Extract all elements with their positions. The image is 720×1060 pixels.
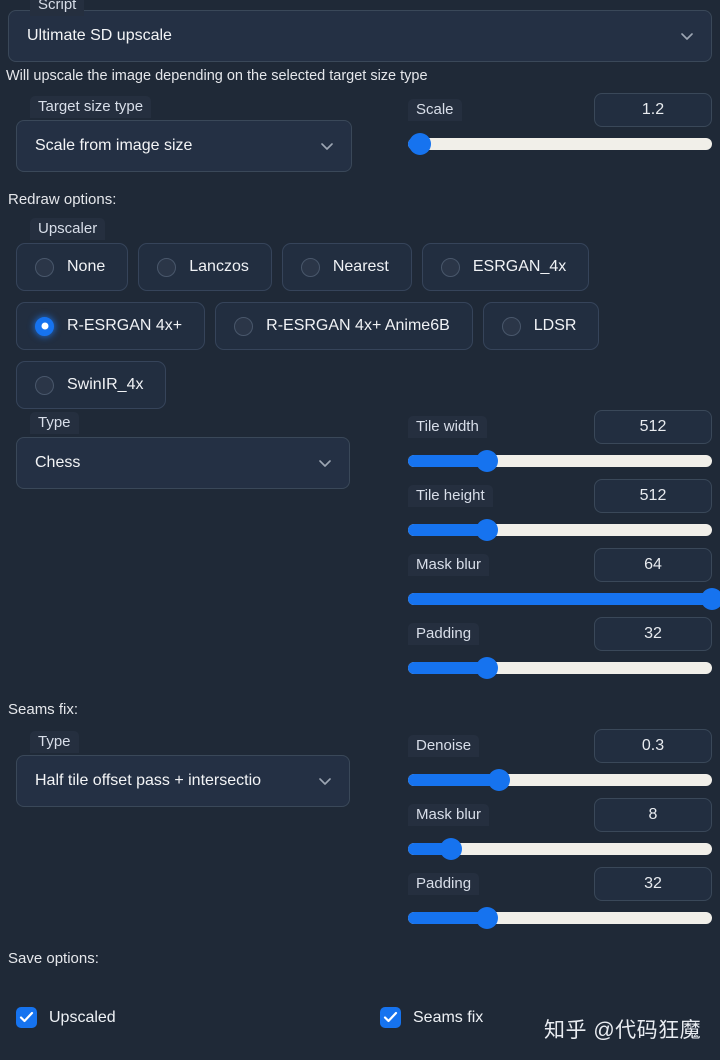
denoise-value-input[interactable]: 0.3 xyxy=(594,729,712,763)
redraw-mask-blur-slider-thumb[interactable] xyxy=(701,588,720,610)
tile-width-slider[interactable] xyxy=(408,450,712,472)
redraw-mask-blur-slider-row: Mask blur 64 xyxy=(408,548,720,610)
radio-icon xyxy=(440,257,460,277)
seams-fix-type-dropdown[interactable]: Half tile offset pass + intersectio xyxy=(16,755,350,807)
redraw-options-heading: Redraw options: xyxy=(8,191,117,208)
upscaler-option-label: Nearest xyxy=(332,258,389,275)
tile-width-label: Tile width xyxy=(408,416,487,438)
tile-height-value-input[interactable]: 512 xyxy=(594,479,712,513)
save-option-upscaled[interactable]: Upscaled xyxy=(16,1007,116,1028)
radio-icon xyxy=(501,316,521,336)
redraw-mask-blur-slider[interactable] xyxy=(408,588,720,610)
save-option-label: Upscaled xyxy=(49,1008,116,1026)
redraw-type-dropdown[interactable]: Chess xyxy=(16,437,350,489)
tile-width-slider-thumb[interactable] xyxy=(476,450,499,472)
upscaler-option-esrgan-4x[interactable]: ESRGAN_4x xyxy=(421,243,590,291)
radio-selected-icon xyxy=(35,316,54,336)
upscaler-radio-row-2: R-ESRGAN 4x+ R-ESRGAN 4x+ Anime6B LDSR xyxy=(16,302,600,350)
upscaler-option-ldsr[interactable]: LDSR xyxy=(482,302,600,350)
upscaler-option-label: Lanczos xyxy=(189,258,249,275)
redraw-type-value: Chess xyxy=(35,454,81,471)
save-option-label: Seams fix xyxy=(413,1008,484,1026)
watermark: 知乎 @代码狂魔 xyxy=(544,1019,702,1042)
seams-fix-padding-value-input[interactable]: 32 xyxy=(594,867,712,901)
denoise-slider[interactable] xyxy=(408,769,712,791)
seams-fix-mask-blur-slider-row: Mask blur 8 xyxy=(408,798,712,860)
upscaler-option-r-esrgan-4x-plus[interactable]: R-ESRGAN 4x+ xyxy=(16,302,206,350)
seams-fix-padding-slider-row: Padding 32 xyxy=(408,867,712,929)
redraw-type-label: Type xyxy=(30,412,79,434)
tile-height-slider-thumb[interactable] xyxy=(476,519,499,541)
target-size-type-value: Scale from image size xyxy=(35,137,193,154)
upscaler-label: Upscaler xyxy=(30,218,106,240)
target-size-type-label: Target size type xyxy=(30,96,152,118)
scale-value-input[interactable]: 1.2 xyxy=(594,93,712,127)
denoise-slider-row: Denoise 0.3 xyxy=(408,729,712,791)
save-options-heading: Save options: xyxy=(8,950,99,967)
radio-icon xyxy=(35,257,54,277)
redraw-padding-slider[interactable] xyxy=(408,657,712,679)
script-dropdown[interactable]: Ultimate SD upscale xyxy=(8,10,712,62)
upscaler-radio-row-3: SwinIR_4x xyxy=(16,361,167,409)
redraw-padding-value-input[interactable]: 32 xyxy=(594,617,712,651)
chevron-down-icon xyxy=(679,28,695,44)
upscaler-option-lanczos[interactable]: Lanczos xyxy=(138,243,272,291)
seams-fix-type-label: Type xyxy=(30,731,79,753)
tile-height-slider-row: Tile height 512 xyxy=(408,479,712,541)
chevron-down-icon xyxy=(317,455,333,471)
redraw-padding-slider-thumb[interactable] xyxy=(476,657,499,679)
upscaler-option-none[interactable]: None xyxy=(16,243,129,291)
target-size-type-dropdown[interactable]: Scale from image size xyxy=(16,120,352,172)
upscaler-option-label: None xyxy=(67,258,106,275)
upscaler-option-label: SwinIR_4x xyxy=(67,376,144,393)
denoise-label: Denoise xyxy=(408,735,480,757)
radio-icon xyxy=(234,316,254,336)
upscaler-option-label: R-ESRGAN 4x+ xyxy=(67,317,183,334)
radio-icon xyxy=(157,257,177,277)
scale-label: Scale xyxy=(408,99,462,121)
upscaler-option-swinir-4x[interactable]: SwinIR_4x xyxy=(16,361,167,409)
scale-slider-thumb[interactable] xyxy=(409,133,432,155)
seams-fix-heading: Seams fix: xyxy=(8,701,79,718)
scale-slider[interactable] xyxy=(408,133,712,155)
seams-fix-mask-blur-label: Mask blur xyxy=(408,804,490,826)
tile-height-label: Tile height xyxy=(408,485,493,507)
seams-fix-mask-blur-value-input[interactable]: 8 xyxy=(594,798,712,832)
seams-fix-mask-blur-slider-thumb[interactable] xyxy=(439,838,462,860)
ultimate-sd-upscale-panel: Script Ultimate SD upscale Will upscale … xyxy=(0,0,720,1060)
upscaler-radio-row-1: None Lanczos Nearest ESRGAN_4x xyxy=(16,243,590,291)
chevron-down-icon xyxy=(317,773,333,789)
script-label: Script xyxy=(30,0,85,16)
denoise-slider-thumb[interactable] xyxy=(488,769,511,791)
seams-fix-padding-slider[interactable] xyxy=(408,907,712,929)
radio-icon xyxy=(35,375,54,395)
upscaler-option-label: ESRGAN_4x xyxy=(472,258,567,275)
chevron-down-icon xyxy=(319,138,335,154)
redraw-padding-label: Padding xyxy=(408,623,480,645)
upscaler-option-label: R-ESRGAN 4x+ Anime6B xyxy=(266,317,450,334)
tile-width-slider-row: Tile width 512 xyxy=(408,410,712,472)
tile-height-slider[interactable] xyxy=(408,519,712,541)
helper-text: Will upscale the image depending on the … xyxy=(6,68,428,84)
seams-fix-padding-label: Padding xyxy=(408,873,480,895)
seams-fix-type-value: Half tile offset pass + intersectio xyxy=(35,772,262,789)
tile-width-value-input[interactable]: 512 xyxy=(594,410,712,444)
redraw-padding-slider-row: Padding 32 xyxy=(408,617,712,679)
radio-icon xyxy=(300,257,320,277)
script-dropdown-value: Ultimate SD upscale xyxy=(27,27,172,44)
save-option-seams-fix[interactable]: Seams fix xyxy=(380,1007,483,1028)
upscaler-option-nearest[interactable]: Nearest xyxy=(281,243,412,291)
checkbox-checked-icon xyxy=(16,1007,37,1028)
redraw-mask-blur-slider-fill xyxy=(408,593,712,605)
redraw-mask-blur-label: Mask blur xyxy=(408,554,490,576)
scale-slider-row: Scale 1.2 xyxy=(408,93,712,155)
checkbox-checked-icon xyxy=(380,1007,401,1028)
redraw-mask-blur-value-input[interactable]: 64 xyxy=(594,548,712,582)
upscaler-option-r-esrgan-4x-plus-anime6b[interactable]: R-ESRGAN 4x+ Anime6B xyxy=(215,302,473,350)
upscaler-option-label: LDSR xyxy=(533,317,577,334)
seams-fix-mask-blur-slider[interactable] xyxy=(408,838,712,860)
denoise-slider-fill xyxy=(408,774,500,786)
seams-fix-padding-slider-thumb[interactable] xyxy=(476,907,499,929)
